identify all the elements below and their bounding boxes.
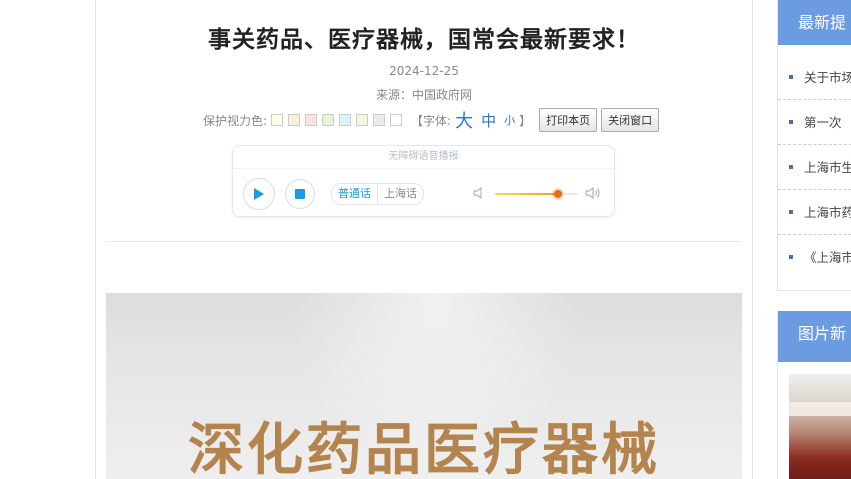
latest-item-text: 上海市生 (804, 160, 851, 175)
eye-color-swatches (271, 114, 407, 126)
latest-list-item[interactable]: 第一次 (778, 100, 851, 145)
article-toolbar: 保护视力色: 【字体: 大 中 小 】 打印本页 关闭窗口 (203, 107, 660, 133)
font-size-small-button[interactable]: 小 (504, 112, 515, 128)
latest-item-text: 关于市场 (804, 70, 851, 85)
volume-fill (495, 193, 559, 195)
lang-mandarin-tab[interactable]: 普通话 (332, 184, 378, 204)
latest-list-item[interactable]: 《上海市 (778, 235, 851, 279)
latest-list-item[interactable]: 上海市药 (778, 190, 851, 235)
play-button[interactable] (243, 178, 275, 210)
font-size-bracket: 】 (519, 113, 532, 128)
picture-news-thumbnail[interactable] (789, 374, 851, 479)
latest-list-item[interactable]: 上海市生 (778, 145, 851, 190)
picture-news-panel: 图片新 (777, 311, 851, 479)
eye-color-swatch[interactable] (373, 114, 386, 126)
latest-list-item[interactable]: 关于市场 (778, 55, 851, 100)
article-hero-image: 深化药品医疗器械 (106, 293, 742, 479)
eye-color-swatch[interactable] (339, 114, 352, 126)
bullet-icon (789, 165, 793, 169)
latest-item-text: 上海市药 (804, 205, 851, 220)
stop-icon (295, 189, 305, 199)
article-source: 来源：中国政府网 (375, 88, 472, 102)
latest-list: 关于市场第一次上海市生上海市药《上海市 (778, 55, 851, 279)
picture-news-title[interactable]: 图片新 (778, 311, 851, 362)
thumbnail-stage (789, 402, 851, 416)
latest-panel-title[interactable]: 最新提 (778, 0, 851, 45)
font-size-label: 【字体: (411, 113, 452, 128)
lang-shanghai-tab[interactable]: 上海话 (378, 184, 423, 204)
article-date: 2024-12-25 (389, 64, 459, 78)
bullet-icon (789, 75, 793, 79)
dialect-switch: 普通话 上海话 (331, 183, 424, 205)
article-main: 事关药品、医疗器械，国常会最新要求！ 2024-12-25 来源：中国政府网 保… (95, 0, 753, 479)
play-icon (254, 188, 264, 200)
latest-panel: 最新提 关于市场第一次上海市生上海市药《上海市 (777, 0, 851, 291)
right-sidebar: 最新提 关于市场第一次上海市生上海市药《上海市 图片新 (777, 0, 851, 479)
bullet-icon (789, 255, 793, 259)
volume-handle[interactable] (554, 190, 563, 198)
voice-broadcast-player: 无障碍语音播报 普通话 上海话 (232, 145, 615, 217)
close-window-button[interactable]: 关闭窗口 (601, 108, 660, 132)
latest-item-text: 第一次 (804, 115, 842, 130)
eye-color-swatch[interactable] (356, 114, 369, 126)
content-divider (106, 241, 741, 242)
eye-color-swatch[interactable] (322, 114, 335, 126)
eye-color-swatch[interactable] (271, 114, 284, 126)
article-title: 事关药品、医疗器械，国常会最新要求！ (208, 27, 640, 53)
player-header: 无障碍语音播报 (233, 146, 614, 169)
font-size-medium-button[interactable]: 中 (481, 110, 496, 131)
bullet-icon (789, 120, 793, 124)
eye-color-swatch[interactable] (305, 114, 318, 126)
latest-item-text: 《上海市 (804, 250, 851, 265)
eye-color-swatch[interactable] (390, 114, 403, 126)
eye-protection-label: 保护视力色: (203, 113, 268, 128)
font-size-large-button[interactable]: 大 (455, 107, 473, 133)
stop-button[interactable] (285, 179, 315, 209)
volume-low-icon[interactable] (473, 186, 485, 200)
volume-slider[interactable] (495, 190, 578, 198)
eye-color-swatch[interactable] (288, 114, 301, 126)
print-page-button[interactable]: 打印本页 (539, 108, 598, 132)
hero-headline: 深化药品医疗器械 (188, 418, 660, 479)
bullet-icon (789, 210, 793, 214)
volume-high-icon[interactable] (585, 186, 601, 200)
